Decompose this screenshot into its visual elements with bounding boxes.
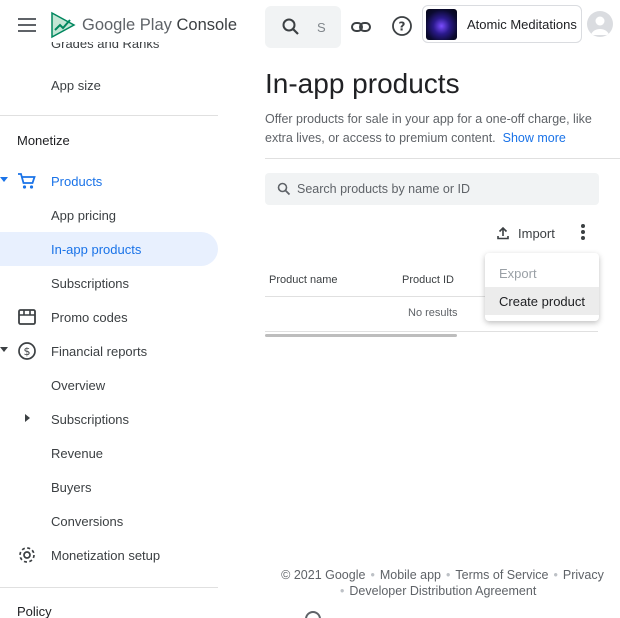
sidebar-item-overview[interactable]: Overview bbox=[0, 368, 218, 402]
footer-copyright: © 2021 Google bbox=[281, 568, 366, 582]
sidebar-item-financial-subscriptions[interactable]: Subscriptions bbox=[0, 402, 218, 436]
sidebar-item-app-size[interactable]: App size bbox=[0, 68, 218, 102]
sidebar-item-label: Subscriptions bbox=[51, 411, 130, 427]
sidebar-item-buyers[interactable]: Buyers bbox=[0, 470, 218, 504]
search-placeholder: Search products by name or ID bbox=[297, 182, 470, 196]
svg-text:?: ? bbox=[399, 20, 406, 34]
content-divider bbox=[265, 158, 620, 159]
empty-state-text: No results bbox=[408, 307, 458, 319]
menu-item-export: Export bbox=[499, 265, 537, 281]
sidebar-item-financial-reports[interactable]: $ Financial reports bbox=[0, 334, 218, 368]
menu-item-create-product[interactable]: Create product bbox=[485, 287, 599, 315]
cart-icon bbox=[18, 173, 36, 189]
svg-text:$: $ bbox=[24, 345, 31, 358]
footer-link-dda[interactable]: Developer Distribution Agreement bbox=[349, 584, 536, 598]
more-vert-icon[interactable] bbox=[577, 224, 589, 242]
app-selector[interactable]: Atomic Meditations bbox=[422, 5, 582, 43]
brand-google: Google Play bbox=[82, 16, 172, 34]
sidebar-item-label: Monetization setup bbox=[51, 547, 161, 563]
menu-icon[interactable] bbox=[18, 18, 36, 32]
avatar[interactable] bbox=[587, 11, 613, 37]
footer: © 2021 Google • Mobile app • Terms of Servic… bbox=[281, 568, 604, 582]
sidebar-item-conversions[interactable]: Conversions bbox=[0, 504, 218, 538]
sidebar-item-label: App pricing bbox=[51, 207, 117, 223]
sidebar-item-label: Products bbox=[51, 173, 103, 189]
brand-console: Console bbox=[176, 16, 238, 34]
sidebar-item-promo-codes[interactable]: Promo codes bbox=[0, 300, 218, 334]
footer-link-terms[interactable]: Terms of Service bbox=[455, 568, 548, 582]
footer-line-2: • Developer Distribution Agreement bbox=[340, 584, 537, 598]
sidebar-divider bbox=[0, 587, 218, 588]
sidebar-item-label: In-app products bbox=[51, 241, 142, 257]
page-description: Offer products for sale in your app for … bbox=[265, 110, 605, 148]
sidebar-item-label: Financial reports bbox=[51, 343, 148, 359]
app-name: Atomic Meditations bbox=[467, 17, 577, 32]
feedback-icon[interactable] bbox=[305, 611, 321, 618]
storefront-icon bbox=[18, 309, 36, 325]
product-search-input[interactable]: Search products by name or ID bbox=[265, 173, 599, 205]
sidebar-item-monetization-setup[interactable]: Monetization setup bbox=[0, 538, 218, 572]
link-icon[interactable] bbox=[350, 16, 372, 38]
sidebar-item-label: Subscriptions bbox=[51, 275, 130, 291]
section-title-monetize: Monetize bbox=[17, 133, 70, 148]
column-header-product-id[interactable]: Product ID bbox=[402, 274, 454, 286]
brand-name[interactable]: Google Play Console bbox=[82, 16, 237, 35]
search-placeholder: S bbox=[317, 20, 326, 35]
dollar-circle-icon: $ bbox=[18, 342, 36, 360]
help-icon[interactable]: ? bbox=[391, 15, 413, 37]
page-title: In-app products bbox=[265, 68, 460, 99]
expand-caret-icon bbox=[0, 347, 8, 352]
sidebar: Google Play Console Grades and Ranks App… bbox=[0, 0, 237, 618]
footer-link-mobile-app[interactable]: Mobile app bbox=[380, 568, 441, 582]
sidebar-item-in-app-products[interactable]: In-app products bbox=[0, 232, 218, 266]
footer-link-privacy[interactable]: Privacy bbox=[563, 568, 604, 582]
import-button[interactable]: Import bbox=[496, 222, 555, 244]
sidebar-item-label: App size bbox=[51, 77, 101, 93]
sidebar-item-label: Overview bbox=[51, 377, 106, 393]
collapse-caret-icon[interactable] bbox=[25, 414, 30, 422]
show-more-link[interactable]: Show more bbox=[503, 131, 566, 145]
sidebar-item-label: Conversions bbox=[51, 513, 124, 529]
upload-icon bbox=[497, 226, 509, 240]
sidebar-divider bbox=[0, 115, 218, 116]
sidebar-item-subscriptions[interactable]: Subscriptions bbox=[0, 266, 218, 300]
gear-icon bbox=[19, 547, 35, 563]
person-icon bbox=[591, 16, 609, 35]
play-console-logo-icon bbox=[51, 11, 76, 39]
sidebar-item-label: Revenue bbox=[51, 445, 104, 461]
search-icon bbox=[277, 182, 291, 196]
column-header-product-name[interactable]: Product name bbox=[269, 274, 337, 286]
global-search-input[interactable]: S bbox=[265, 6, 341, 48]
overflow-menu: Export Create product bbox=[485, 253, 599, 321]
sidebar-item-clipped[interactable]: Grades and Ranks bbox=[51, 42, 159, 50]
sidebar-item-revenue[interactable]: Revenue bbox=[0, 436, 218, 470]
sidebar-item-products[interactable]: Products bbox=[0, 164, 218, 198]
sidebar-item-label: Promo codes bbox=[51, 309, 128, 325]
sidebar-item-label: Buyers bbox=[51, 479, 92, 495]
import-label: Import bbox=[518, 225, 555, 241]
section-title-policy: Policy bbox=[17, 604, 52, 618]
table-bottom-divider bbox=[265, 331, 598, 332]
search-icon bbox=[282, 18, 299, 35]
expand-caret-icon bbox=[0, 177, 8, 182]
app-thumbnail bbox=[426, 9, 457, 40]
horizontal-scrollbar[interactable] bbox=[265, 334, 457, 337]
sidebar-item-app-pricing[interactable]: App pricing bbox=[0, 198, 218, 232]
